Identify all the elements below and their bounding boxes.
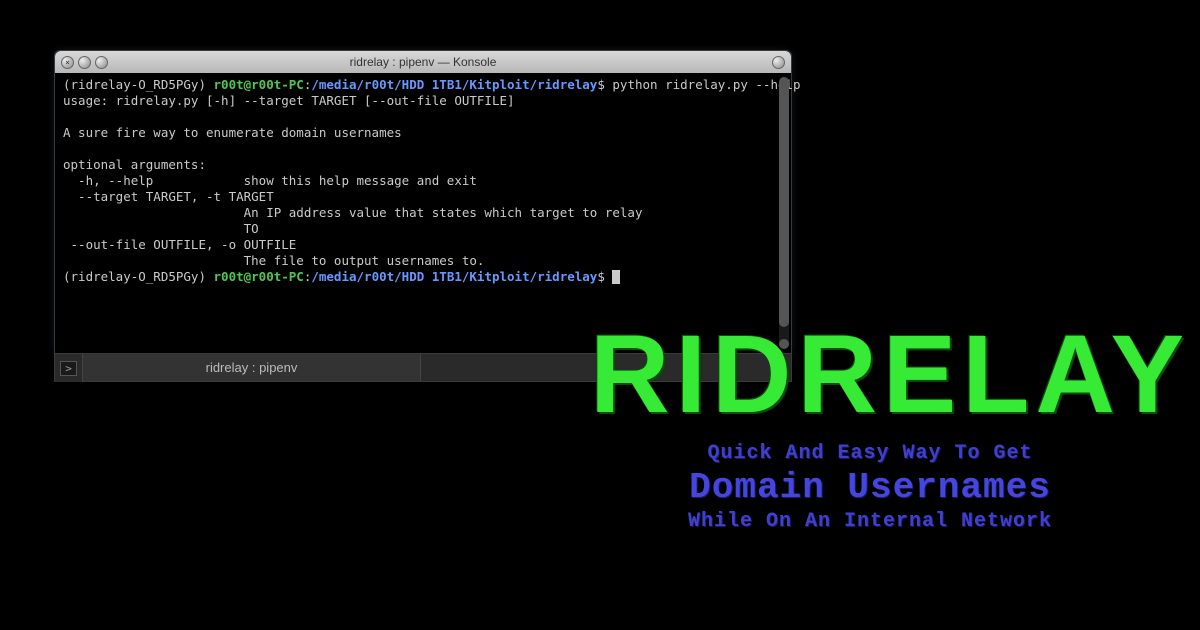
venv-name: (ridrelay-O_RD5PGy) (63, 269, 214, 284)
chevron-right-icon: > (60, 361, 77, 376)
prompt-dollar: $ (597, 269, 612, 284)
cwd-path: /media/r00t/HDD 1TB1/Kitploit/ridrelay (311, 269, 597, 284)
output-line: --out-file OUTFILE, -o OUTFILE (63, 237, 296, 252)
menu-icon[interactable] (772, 56, 785, 69)
promo-overlay: RIDRELAY Quick And Easy Way To Get Domai… (590, 320, 1150, 533)
tab-active[interactable]: ridrelay : pipenv (83, 354, 421, 381)
cursor-icon (612, 270, 620, 284)
promo-line-2: Domain Usernames (590, 467, 1150, 508)
promo-line-3: While On An Internal Network (590, 510, 1150, 533)
user-host: r00t@r00t-PC (214, 269, 304, 284)
output-line: usage: ridrelay.py [-h] --target TARGET … (63, 93, 515, 108)
minimize-icon[interactable] (78, 56, 91, 69)
output-line: --target TARGET, -t TARGET (63, 189, 274, 204)
maximize-icon[interactable] (95, 56, 108, 69)
scroll-thumb[interactable] (779, 77, 789, 327)
output-line: -h, --help show this help message and ex… (63, 173, 477, 188)
terminal-window: × ridrelay : pipenv — Konsole (ridrelay-… (54, 50, 792, 354)
output-line: optional arguments: (63, 157, 206, 172)
promo-title: RIDRELAY (590, 320, 1150, 430)
cwd-path: /media/r00t/HDD 1TB1/Kitploit/ridrelay (311, 77, 597, 92)
window-controls: × (61, 56, 108, 69)
output-line: An IP address value that states which ta… (63, 205, 642, 220)
prompt-dollar: $ (597, 77, 612, 92)
command-text: python ridrelay.py --help (612, 77, 800, 92)
output-line: TO (63, 221, 259, 236)
close-icon[interactable]: × (61, 56, 74, 69)
venv-name: (ridrelay-O_RD5PGy) (63, 77, 214, 92)
scrollbar[interactable] (779, 77, 789, 349)
titlebar[interactable]: × ridrelay : pipenv — Konsole (55, 51, 791, 73)
user-host: r00t@r00t-PC (214, 77, 304, 92)
terminal-output[interactable]: (ridrelay-O_RD5PGy) r00t@r00t-PC:/media/… (55, 73, 791, 353)
window-title: ridrelay : pipenv — Konsole (350, 55, 497, 69)
tab-expand-button[interactable]: > (55, 354, 83, 382)
output-line: A sure fire way to enumerate domain user… (63, 125, 402, 140)
output-line: The file to output usernames to. (63, 253, 484, 268)
promo-line-1: Quick And Easy Way To Get (590, 442, 1150, 465)
